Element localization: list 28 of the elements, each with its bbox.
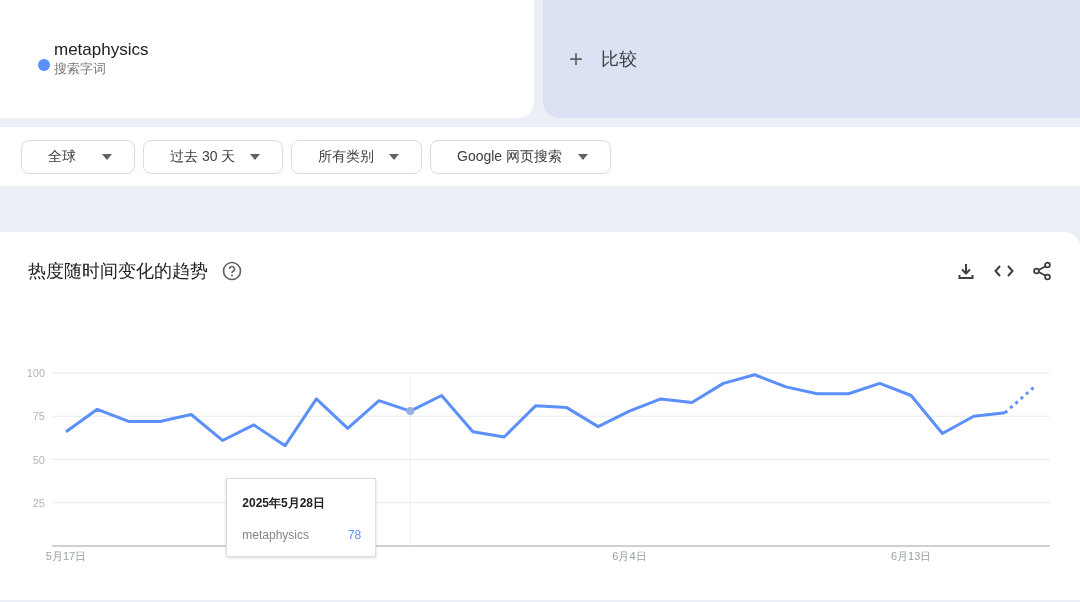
caret-icon	[578, 153, 588, 160]
x-tick-label: 5月17日	[45, 550, 87, 562]
help-icon[interactable]	[222, 261, 242, 281]
search-term-label: 搜索字词	[54, 60, 107, 78]
filter-dropdown[interactable]: 全球	[21, 139, 135, 174]
tooltip-date: 2025年5月28日	[242, 495, 326, 512]
filter-dropdown[interactable]: 所有类别	[291, 139, 422, 174]
share-icon	[1032, 261, 1052, 281]
caret-icon	[250, 153, 260, 160]
y-tick-label: 100	[26, 367, 45, 379]
tooltip-value: 78	[347, 528, 362, 542]
chart-title: 热度随时间变化的趋势	[28, 260, 208, 283]
download-icon	[957, 262, 975, 280]
hover-point	[406, 407, 415, 416]
compare-button[interactable]: + 比较	[543, 0, 1080, 118]
y-tick-label: 50	[32, 453, 45, 466]
y-tick-label: 25	[32, 496, 45, 509]
caret-icon	[102, 153, 112, 160]
x-tick-label: 6月4日	[612, 550, 647, 562]
caret-icon	[389, 153, 399, 160]
share-button[interactable]	[1030, 259, 1054, 283]
filter-dropdown[interactable]: 过去 30 天	[143, 139, 283, 174]
x-tick-label: 6月13日	[890, 550, 932, 562]
y-tick-label: 75	[32, 410, 45, 423]
tooltip-series-name: metaphysics	[242, 528, 309, 542]
code-icon	[994, 264, 1014, 278]
filter-dropdown[interactable]: Google 网页搜索	[430, 139, 611, 174]
search-term: metaphysics	[54, 40, 149, 60]
